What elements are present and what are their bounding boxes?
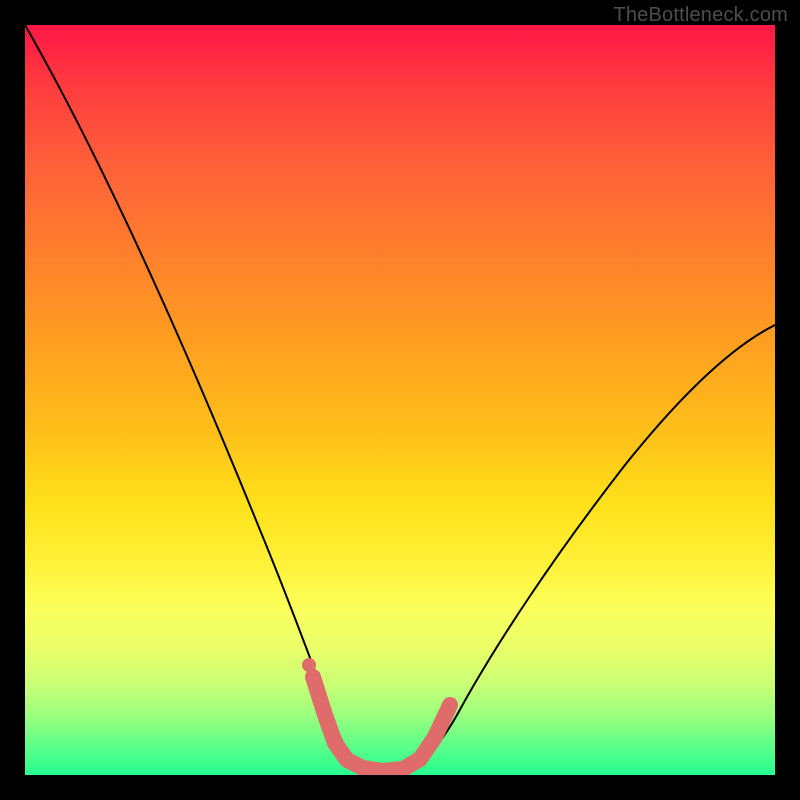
bottleneck-floor-overlay bbox=[313, 677, 450, 771]
chart-frame: TheBottleneck.com bbox=[0, 0, 800, 800]
bottleneck-curve-svg bbox=[25, 25, 775, 775]
plot-area bbox=[25, 25, 775, 775]
watermark-text: TheBottleneck.com bbox=[613, 4, 788, 27]
bottleneck-floor-dot bbox=[302, 658, 316, 672]
bottleneck-curve-path bbox=[25, 25, 775, 770]
